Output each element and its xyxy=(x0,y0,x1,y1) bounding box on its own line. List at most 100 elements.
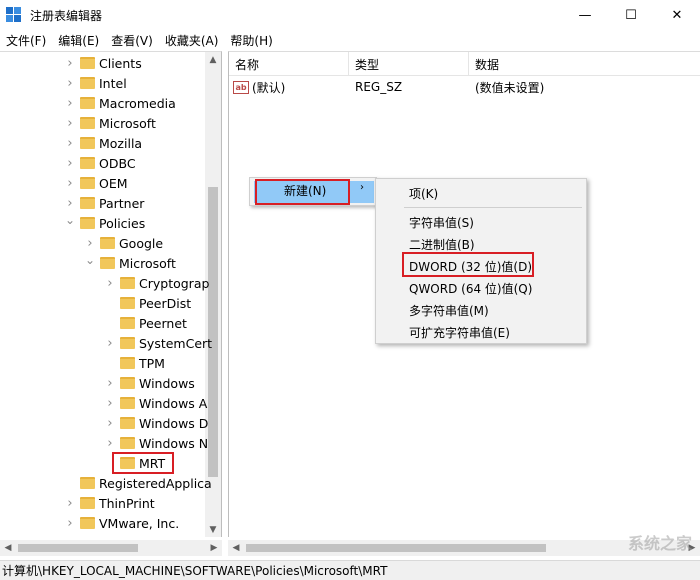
chevron-right-icon[interactable]: › xyxy=(104,416,116,431)
folder-icon xyxy=(100,237,115,249)
value-data: (数值未设置) xyxy=(475,80,545,95)
chevron-right-icon[interactable]: › xyxy=(64,76,76,91)
maximize-button[interactable]: ☐ xyxy=(608,0,654,30)
scroll-right-arrow-icon[interactable]: ▶ xyxy=(206,540,222,556)
folder-icon xyxy=(120,317,135,329)
tree-item[interactable]: › Windows D xyxy=(104,413,208,433)
column-type-header[interactable]: 类型 xyxy=(349,52,469,76)
title-bar: 注册表编辑器 — ☐ ✕ xyxy=(0,0,700,30)
tree-item[interactable]: › Windows N xyxy=(104,433,208,453)
tree-item-label: Microsoft xyxy=(119,255,176,271)
chevron-right-icon[interactable]: › xyxy=(64,96,76,111)
minimize-button[interactable]: — xyxy=(562,0,608,30)
value-name: (默认) xyxy=(252,80,286,95)
tree-vertical-scrollbar[interactable]: ▲ ▼ xyxy=(205,52,221,537)
scroll-up-arrow-icon[interactable]: ▲ xyxy=(205,52,221,68)
tree-item[interactable]: › ThinPrint xyxy=(64,493,155,513)
tree-item[interactable]: › Microsoft xyxy=(64,113,156,133)
registry-tree[interactable]: ▲ ▼ › Clients › Intel › Macromedia › Microsoft ›… xyxy=(0,51,222,537)
dword-highlight-box xyxy=(402,252,534,277)
tree-item[interactable]: › Partner xyxy=(64,193,144,213)
tree-item-label: WOW6432Node xyxy=(99,536,198,538)
submenu-item-key[interactable]: 项(K) xyxy=(409,185,438,202)
folder-icon xyxy=(80,177,95,189)
window-controls: — ☐ ✕ xyxy=(562,0,700,30)
tree-item-label: PeerDist xyxy=(139,295,192,311)
column-name-header[interactable]: 名称 xyxy=(229,52,349,76)
tree-item-label: Cryptograp xyxy=(139,275,210,291)
tree-item-label: Clients xyxy=(99,55,142,71)
submenu-item-binary-value[interactable]: 二进制值(B) xyxy=(409,236,475,253)
column-data-header[interactable]: 数据 xyxy=(469,52,700,76)
tree-item[interactable]: › Intel xyxy=(64,73,126,93)
tree-hscroll-thumb[interactable] xyxy=(18,544,138,552)
submenu-item-expandable-string-value[interactable]: 可扩充字符串值(E) xyxy=(409,324,510,341)
chevron-right-icon[interactable]: › xyxy=(64,496,76,511)
chevron-right-icon[interactable]: › xyxy=(84,236,96,251)
menu-file[interactable]: 文件(F) xyxy=(0,32,52,49)
tree-item-label: Google xyxy=(119,235,164,251)
chevron-right-icon[interactable]: › xyxy=(104,396,116,411)
folder-icon xyxy=(80,477,95,489)
submenu-item-qword-value[interactable]: QWORD (64 位)值(Q) xyxy=(409,280,532,297)
scroll-left-arrow-icon[interactable]: ◀ xyxy=(228,540,244,556)
chevron-right-icon[interactable]: › xyxy=(64,196,76,211)
tree-item-label: SystemCert xyxy=(139,335,213,351)
chevron-down-icon[interactable]: ⌄ xyxy=(64,213,76,227)
tree-item[interactable]: › SystemCert xyxy=(104,333,212,353)
tree-item-label: ThinPrint xyxy=(99,495,155,511)
close-button[interactable]: ✕ xyxy=(654,0,700,30)
chevron-right-icon[interactable]: › xyxy=(104,436,116,451)
tree-item[interactable]: PeerDist xyxy=(104,293,191,313)
status-bar: 计算机\HKEY_LOCAL_MACHINE\SOFTWARE\Policies… xyxy=(0,560,700,580)
tree-horizontal-scrollbar[interactable]: ◀ ▶ xyxy=(0,540,222,556)
tree-item[interactable]: RegisteredApplica xyxy=(64,473,212,493)
tree-item[interactable]: › Cryptograp xyxy=(104,273,209,293)
chevron-right-icon[interactable]: › xyxy=(64,136,76,151)
tree-item[interactable]: ⌄ Microsoft xyxy=(84,253,176,273)
tree-item-label: Peernet xyxy=(139,315,187,331)
tree-item-label: RegisteredApplica xyxy=(99,475,212,491)
tree-item[interactable]: TPM xyxy=(104,353,165,373)
menu-view[interactable]: 查看(V) xyxy=(105,32,159,49)
chevron-right-icon[interactable]: › xyxy=(64,116,76,131)
chevron-right-icon[interactable]: › xyxy=(64,156,76,171)
chevron-right-icon[interactable]: › xyxy=(64,516,76,531)
tree-item[interactable]: › Macromedia xyxy=(64,93,175,113)
folder-icon xyxy=(80,117,95,129)
menu-help[interactable]: 帮助(H) xyxy=(224,32,278,49)
chevron-right-icon[interactable]: › xyxy=(64,56,76,71)
chevron-down-icon[interactable]: ⌄ xyxy=(84,253,96,267)
tree-item[interactable]: › OEM xyxy=(64,173,127,193)
tree-scroll-thumb[interactable] xyxy=(208,187,218,477)
chevron-right-icon[interactable]: › xyxy=(104,336,116,351)
tree-item[interactable]: › Windows xyxy=(104,373,194,393)
folder-icon xyxy=(120,377,135,389)
tree-item-label: VMware, Inc. xyxy=(99,515,180,531)
folder-icon xyxy=(80,497,95,509)
chevron-right-icon[interactable]: › xyxy=(104,376,116,391)
tree-item[interactable]: › Clients xyxy=(64,53,142,73)
list-item[interactable]: ab (默认) REG_SZ (数值未设置) xyxy=(229,77,544,97)
tree-item[interactable]: › ODBC xyxy=(64,153,136,173)
submenu-item-string-value[interactable]: 字符串值(S) xyxy=(409,214,474,231)
tree-item-label: ODBC xyxy=(99,155,136,171)
tree-item[interactable]: ⌄ Policies xyxy=(64,213,145,233)
menu-edit[interactable]: 编辑(E) xyxy=(52,32,105,49)
scroll-down-arrow-icon[interactable]: ▼ xyxy=(205,522,221,537)
submenu-item-multi-string-value[interactable]: 多字符串值(M) xyxy=(409,302,489,319)
tree-item-label: Windows A xyxy=(139,395,208,411)
tree-item[interactable]: › Windows A xyxy=(104,393,207,413)
chevron-right-icon[interactable]: › xyxy=(104,276,116,291)
folder-icon xyxy=(100,257,115,269)
list-hscroll-thumb[interactable] xyxy=(246,544,546,552)
tree-item[interactable]: › VMware, Inc. xyxy=(64,513,179,533)
chevron-right-icon[interactable]: › xyxy=(64,176,76,191)
tree-item[interactable]: › Google xyxy=(84,233,163,253)
scroll-left-arrow-icon[interactable]: ◀ xyxy=(0,540,16,556)
tree-item[interactable]: ›WOW6432Node xyxy=(64,533,198,538)
tree-item[interactable]: › Mozilla xyxy=(64,133,142,153)
menu-favorites[interactable]: 收藏夹(A) xyxy=(159,32,225,49)
tree-item[interactable]: Peernet xyxy=(104,313,187,333)
